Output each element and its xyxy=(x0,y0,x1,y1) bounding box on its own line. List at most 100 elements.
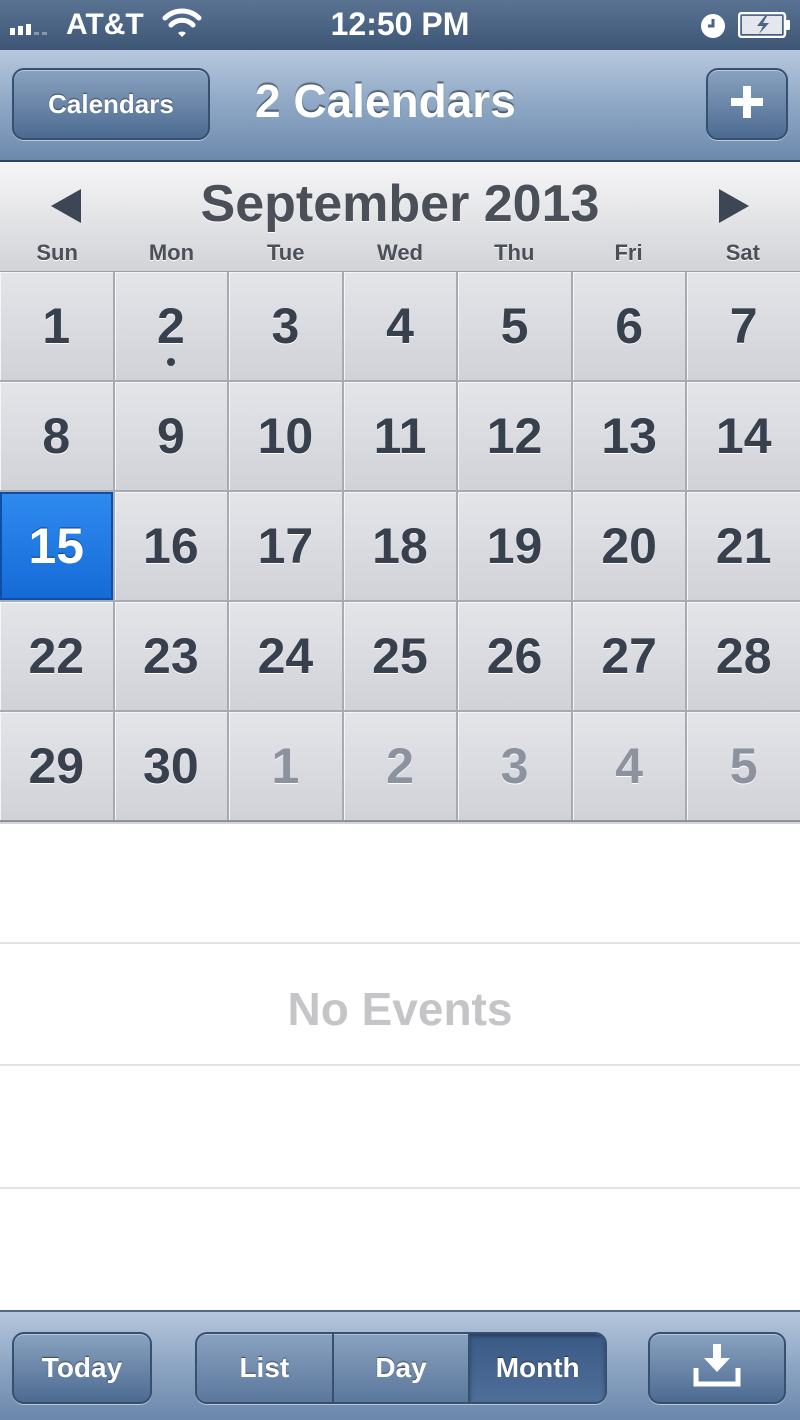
day-cell[interactable]: 23 xyxy=(114,602,228,710)
segment-day[interactable]: Day xyxy=(333,1334,471,1402)
day-number: 27 xyxy=(601,628,657,684)
day-cell[interactable]: 10 xyxy=(229,382,342,490)
day-number: 15 xyxy=(28,518,85,574)
day-number: 2 xyxy=(386,738,414,794)
right-triangle-icon xyxy=(719,188,749,228)
day-cell[interactable]: 8 xyxy=(0,382,113,490)
day-cell[interactable]: 16 xyxy=(114,492,228,600)
nav-title: 2 Calendars xyxy=(255,75,516,127)
day-number: 16 xyxy=(143,518,199,574)
day-cell[interactable]: 11 xyxy=(343,382,457,490)
next-month-button[interactable] xyxy=(714,188,754,228)
battery-charging-icon xyxy=(737,11,792,43)
day-number: 29 xyxy=(28,738,85,794)
day-number: 7 xyxy=(729,298,758,354)
weekday-label: Thu xyxy=(494,240,535,265)
weekday-label: Fri xyxy=(614,240,643,265)
plus-icon xyxy=(729,84,765,125)
day-number: 13 xyxy=(601,408,657,464)
day-cell[interactable]: 3 xyxy=(229,272,342,380)
day-cell[interactable]: 25 xyxy=(343,602,457,710)
day-number: 18 xyxy=(372,518,428,574)
day-number: 14 xyxy=(715,408,772,464)
day-number: 1 xyxy=(271,738,300,794)
divider xyxy=(0,1187,800,1189)
weekday-label: Wed xyxy=(376,240,423,265)
day-cell[interactable]: 1 xyxy=(229,712,342,820)
view-segmented-control: List Day Month xyxy=(195,1332,607,1404)
status-bar: AT&T 12:50 PM xyxy=(0,0,800,50)
day-cell[interactable]: 13 xyxy=(572,382,686,490)
day-cell[interactable]: 24 xyxy=(229,602,342,710)
weekday-header: Sun Mon Tue Wed Thu Fri Sat xyxy=(0,240,800,266)
day-number: 8 xyxy=(42,408,71,464)
day-cell[interactable]: 2 xyxy=(343,712,457,820)
no-events-label: No Events xyxy=(287,983,513,1035)
month-title: September 2013 xyxy=(200,175,600,233)
segment-label: List xyxy=(239,1352,290,1383)
day-cell[interactable]: 30 xyxy=(114,712,228,820)
day-cell[interactable]: 3 xyxy=(458,712,571,820)
day-cell[interactable]: 14 xyxy=(687,382,800,490)
day-number: 5 xyxy=(500,298,529,354)
calendars-button[interactable]: Calendars xyxy=(12,68,210,140)
day-cell[interactable]: 19 xyxy=(458,492,571,600)
day-number: 4 xyxy=(386,298,414,354)
today-button-label: Today xyxy=(41,1352,123,1383)
segment-list[interactable]: List xyxy=(197,1334,334,1402)
day-cell[interactable]: 1 xyxy=(0,272,113,380)
day-number: 6 xyxy=(615,298,644,354)
events-list xyxy=(0,824,800,1310)
add-event-button[interactable] xyxy=(706,68,788,140)
inbox-button[interactable] xyxy=(648,1332,786,1404)
today-button[interactable]: Today xyxy=(12,1332,152,1404)
day-cell[interactable]: 9 xyxy=(114,382,228,490)
day-cell[interactable]: 26 xyxy=(458,602,571,710)
day-number: 4 xyxy=(615,738,644,794)
divider xyxy=(0,1064,800,1066)
segment-month[interactable]: Month xyxy=(470,1334,605,1402)
day-number: 9 xyxy=(156,408,185,464)
divider xyxy=(0,942,800,944)
day-number: 2 xyxy=(156,298,185,354)
weekday-label: Tue xyxy=(266,240,305,265)
day-cell[interactable]: 5 xyxy=(458,272,571,380)
day-cell[interactable]: 4 xyxy=(343,272,457,380)
status-time: 12:50 PM xyxy=(330,6,470,42)
day-number: 21 xyxy=(715,518,772,574)
day-cell[interactable]: 6 xyxy=(572,272,686,380)
day-number: 11 xyxy=(373,408,427,464)
day-number: 25 xyxy=(372,628,428,684)
day-number: 19 xyxy=(486,518,543,574)
day-number: 28 xyxy=(715,628,772,684)
navigation-bar: Calendars 2 Calendars xyxy=(0,50,800,162)
day-number: 22 xyxy=(28,628,85,684)
calendar-grid: 1 2 3 4 5 6 7 8 9 10 11 12 13 14 15 16 17 18 19 20 21 22 23 24 2… xyxy=(0,272,800,822)
day-number: 3 xyxy=(271,298,300,354)
day-cell[interactable]: 7 xyxy=(687,272,800,380)
day-number: 10 xyxy=(257,408,314,464)
day-cell[interactable]: 22 xyxy=(0,602,113,710)
day-number: 1 xyxy=(42,298,71,354)
day-number: 24 xyxy=(257,628,314,684)
event-dot-indicator xyxy=(166,358,175,366)
day-cell[interactable]: 27 xyxy=(572,602,686,710)
day-cell[interactable]: 17 xyxy=(229,492,342,600)
day-cell[interactable]: 4 xyxy=(572,712,686,820)
day-cell[interactable]: 21 xyxy=(687,492,800,600)
day-cell[interactable]: 2 xyxy=(114,272,228,380)
day-cell[interactable]: 20 xyxy=(572,492,686,600)
day-cell-selected[interactable]: 15 xyxy=(0,492,113,600)
day-cell[interactable]: 29 xyxy=(0,712,113,820)
day-cell[interactable]: 18 xyxy=(343,492,457,600)
weekday-label: Mon xyxy=(148,240,195,265)
day-number: 23 xyxy=(143,628,199,684)
segment-label: Day xyxy=(375,1352,427,1383)
day-number: 12 xyxy=(486,408,543,464)
inbox-icon xyxy=(692,1342,742,1395)
day-cell[interactable]: 12 xyxy=(458,382,571,490)
day-cell[interactable]: 5 xyxy=(687,712,800,820)
weekday-label: Sun xyxy=(36,240,78,265)
day-cell[interactable]: 28 xyxy=(687,602,800,710)
calendars-button-label: Calendars xyxy=(48,88,174,119)
